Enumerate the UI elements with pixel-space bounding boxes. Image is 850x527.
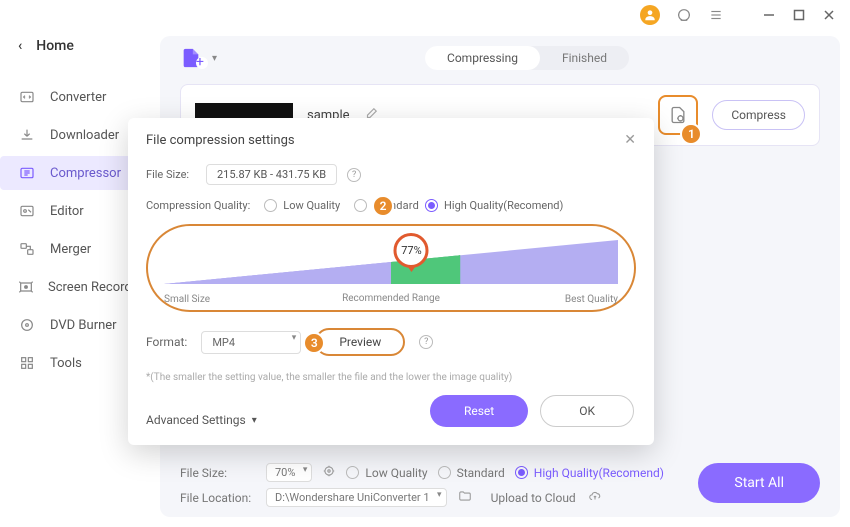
sidebar-item-label: Tools <box>50 356 82 371</box>
sidebar-item-label: DVD Burner <box>50 318 117 333</box>
bottom-quality-high[interactable]: High Quality(Recomend) <box>515 466 664 480</box>
back-home[interactable]: ‹ Home <box>0 30 152 62</box>
info-icon[interactable]: ? <box>419 335 433 349</box>
modal-close-button[interactable]: ✕ <box>624 132 636 148</box>
step-badge-1: 1 <box>680 123 702 145</box>
screen-recorder-icon <box>18 279 34 295</box>
bottom-location-select[interactable]: D:\Wondershare UniConverter 1 <box>266 488 447 507</box>
sidebar-item-label: Merger <box>50 242 91 257</box>
modal-title: File compression settings <box>146 133 295 148</box>
topbar: + ▾ Compressing Finished <box>160 36 840 80</box>
tab-finished[interactable]: Finished <box>540 46 629 70</box>
sidebar-item-label: Converter <box>50 90 106 105</box>
step-badge-2: 2 <box>372 195 394 217</box>
window-titlebar <box>626 0 850 30</box>
compress-button[interactable]: Compress <box>712 100 805 130</box>
preview-button[interactable]: Preview <box>315 328 405 356</box>
bottom-quality-low[interactable]: Low Quality <box>346 466 427 480</box>
minimize-button[interactable] <box>762 8 776 22</box>
merger-icon <box>18 241 36 257</box>
quality-low[interactable]: Low Quality <box>264 199 340 212</box>
maximize-button[interactable] <box>792 8 806 22</box>
bottom-file-size-label: File Size: <box>180 466 256 480</box>
file-size-label: File Size: <box>146 168 196 181</box>
bottom-file-size-select[interactable]: 70% <box>266 463 312 482</box>
target-icon[interactable] <box>322 464 336 481</box>
support-icon[interactable] <box>676 7 692 23</box>
sidebar-item-label: Downloader <box>50 128 119 143</box>
quality-slider[interactable]: 77% Small Size Best Quality Recommended … <box>146 224 636 312</box>
ok-button[interactable]: OK <box>540 395 634 427</box>
slider-thumb[interactable]: 77% <box>394 233 429 268</box>
reset-button[interactable]: Reset <box>430 395 528 427</box>
format-select[interactable]: MP4 <box>201 331 301 354</box>
chevron-down-icon: ▾ <box>212 53 217 64</box>
file-size-value[interactable]: 215.87 KB - 431.75 KB <box>206 164 337 185</box>
chevron-down-icon: ▾ <box>252 415 257 426</box>
upload-cloud-label: Upload to Cloud <box>491 491 576 505</box>
file-settings-button[interactable]: 1 <box>658 95 698 135</box>
info-icon[interactable]: ? <box>347 168 361 182</box>
bottom-quality-standard[interactable]: Standard <box>438 466 505 480</box>
tools-icon <box>18 355 36 371</box>
close-button[interactable] <box>822 8 836 22</box>
open-folder-icon[interactable] <box>457 489 473 506</box>
start-all-button[interactable]: Start All <box>698 463 820 503</box>
compressor-icon <box>18 165 36 181</box>
add-file-button[interactable]: + ▾ <box>180 47 217 69</box>
sidebar-item-label: Compressor <box>50 166 121 181</box>
converter-icon <box>18 89 36 105</box>
format-label: Format: <box>146 335 187 349</box>
downloader-icon <box>18 127 36 143</box>
compression-settings-modal: File compression settings ✕ File Size: 2… <box>128 118 654 445</box>
editor-icon <box>18 203 36 219</box>
bottom-location-label: File Location: <box>180 491 256 505</box>
home-label: Home <box>36 38 74 54</box>
quality-label: Compression Quality: <box>146 199 250 212</box>
sidebar-item-converter[interactable]: Converter <box>0 80 152 114</box>
tabs: Compressing Finished <box>425 46 629 70</box>
chevron-left-icon: ‹ <box>18 38 22 54</box>
sidebar-item-label: Editor <box>50 204 84 219</box>
menu-icon[interactable] <box>708 7 724 23</box>
dvd-burner-icon <box>18 317 36 333</box>
tab-compressing[interactable]: Compressing <box>425 46 540 70</box>
user-avatar[interactable] <box>640 5 660 25</box>
hint-text: *(The smaller the setting value, the sma… <box>146 372 636 383</box>
quality-high[interactable]: High Quality(Recomend) <box>425 199 563 212</box>
cloud-icon[interactable] <box>586 489 604 506</box>
